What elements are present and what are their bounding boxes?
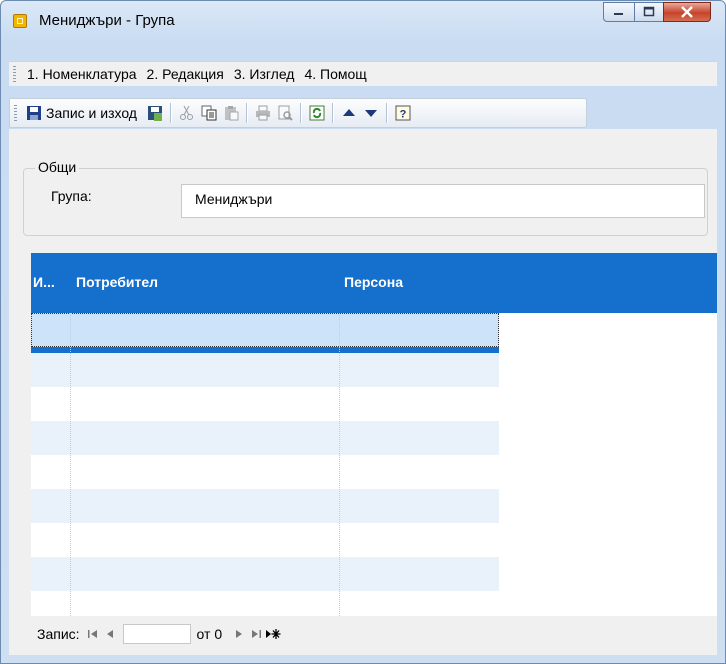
menu-item-view[interactable]: 3. Изглед — [229, 66, 300, 82]
grid-header: И... Потребител Персона — [31, 253, 717, 313]
print-preview-icon — [278, 105, 293, 121]
window-title: Мениджъри - Група — [39, 12, 175, 29]
refresh-button[interactable] — [306, 102, 328, 124]
first-record-button[interactable] — [85, 625, 102, 643]
maximize-button[interactable] — [634, 2, 664, 22]
window: Мениджъри - Група 1. Номенклатура 2. Ред… — [0, 0, 726, 664]
toolbar-separator — [169, 103, 172, 123]
column-header-id[interactable]: И... — [33, 274, 55, 290]
column-divider — [70, 313, 71, 616]
toolbar-grip[interactable] — [14, 104, 17, 122]
paste-icon — [224, 106, 239, 121]
column-header-user[interactable]: Потребител — [76, 274, 158, 290]
help-button[interactable]: ? — [392, 102, 414, 124]
move-down-button[interactable] — [360, 102, 382, 124]
paste-button[interactable] — [220, 102, 242, 124]
close-button[interactable] — [663, 2, 711, 22]
toolbar-separator — [245, 103, 248, 123]
save-new-button[interactable] — [144, 102, 166, 124]
arrow-down-icon — [364, 110, 377, 117]
previous-record-button[interactable] — [102, 625, 119, 643]
save-icon — [27, 106, 41, 120]
group-legend: Общи — [35, 159, 80, 175]
last-record-icon — [251, 630, 261, 638]
next-record-icon — [235, 630, 242, 638]
table-row[interactable] — [31, 421, 499, 455]
table-row[interactable] — [31, 591, 499, 616]
print-icon — [255, 105, 270, 121]
table-row[interactable] — [31, 455, 499, 489]
table-row[interactable] — [31, 353, 499, 387]
first-record-icon — [88, 630, 98, 638]
copy-icon — [201, 105, 217, 121]
last-record-button[interactable] — [247, 625, 264, 643]
move-up-button[interactable] — [338, 102, 360, 124]
refresh-icon — [309, 105, 325, 121]
table-row[interactable] — [31, 557, 499, 591]
table-row[interactable] — [31, 387, 499, 421]
table-row[interactable] — [31, 489, 499, 523]
toolbar: Запис и изход ? — [9, 98, 587, 128]
column-divider — [339, 313, 340, 616]
help-icon: ? — [395, 105, 411, 121]
save-exit-button[interactable]: Запис и изход — [23, 102, 140, 124]
svg-text:?: ? — [400, 109, 407, 121]
toolbar-separator — [299, 103, 302, 123]
record-count: от 0 — [196, 626, 223, 642]
caption-buttons — [603, 2, 711, 24]
group-field-label: Група: — [51, 188, 92, 204]
next-record-button[interactable] — [230, 625, 247, 643]
menu-item-help[interactable]: 4. Помощ — [299, 66, 371, 82]
record-label: Запис: — [37, 626, 80, 642]
record-number-input[interactable] — [122, 624, 191, 644]
minimize-button[interactable] — [603, 2, 635, 22]
menu-item-edit[interactable]: 2. Редакция — [142, 66, 229, 82]
minimize-icon — [614, 13, 623, 15]
new-record-button[interactable] — [264, 625, 281, 643]
menu-item-nomenclature[interactable]: 1. Номенклатура — [22, 66, 142, 82]
cut-button[interactable] — [176, 102, 198, 124]
menu-bar: 1. Номенклатура 2. Редакция 3. Изглед 4.… — [9, 61, 717, 86]
table-row[interactable] — [31, 523, 499, 557]
grid-body[interactable] — [31, 313, 499, 616]
copy-button[interactable] — [198, 102, 220, 124]
grid-empty-area — [499, 313, 717, 616]
print-button[interactable] — [252, 102, 274, 124]
app-icon[interactable] — [13, 14, 27, 28]
new-record-icon — [265, 629, 281, 639]
column-header-persona[interactable]: Персона — [344, 274, 403, 290]
previous-record-icon — [107, 630, 114, 638]
save-exit-label: Запис и изход — [46, 105, 137, 121]
cut-icon — [179, 105, 193, 120]
close-icon — [681, 6, 693, 18]
maximize-icon — [643, 6, 655, 17]
table-row-selected[interactable] — [31, 313, 499, 347]
title-bar[interactable]: Мениджъри - Група — [1, 1, 725, 41]
toolbar-separator — [331, 103, 334, 123]
menu-grip[interactable] — [13, 65, 16, 83]
print-preview-button[interactable] — [274, 102, 296, 124]
record-navigator: Запис: от 0 — [31, 617, 717, 651]
group-name-input[interactable]: Мениджъри — [181, 184, 705, 218]
toolbar-separator — [385, 103, 388, 123]
save-new-icon — [147, 106, 162, 121]
arrow-up-icon — [342, 109, 355, 116]
